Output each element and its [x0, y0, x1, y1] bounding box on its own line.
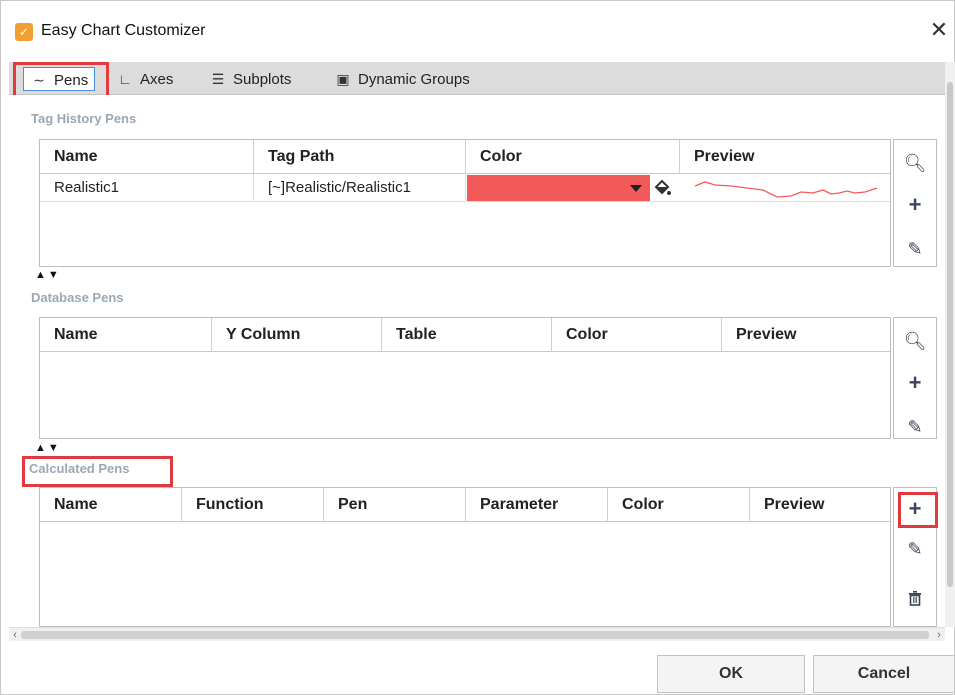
col-preview[interactable]: Preview: [722, 318, 890, 352]
cancel-button[interactable]: Cancel: [813, 655, 955, 693]
col-parameter[interactable]: Parameter: [466, 488, 608, 522]
close-button[interactable]: ✕: [927, 17, 951, 43]
search-icon[interactable]: 🔍︎: [894, 326, 936, 356]
add-icon[interactable]: +: [894, 494, 936, 524]
horizontal-scrollbar[interactable]: ‹ ›: [9, 627, 945, 641]
tab-dynamic-groups[interactable]: ▣ Dynamic Groups: [334, 67, 470, 91]
table-row[interactable]: Realistic1 [~]Realistic/Realistic1: [40, 174, 890, 202]
edit-icon[interactable]: ✎: [894, 412, 936, 442]
easy-chart-customizer-window: ✓ Easy Chart Customizer ✕ ∼ Pens ∟ Axes ☰ S…: [0, 0, 955, 695]
pens-panel: Tag History Pens Name Tag Path Color Pre…: [9, 95, 945, 627]
calculated-pens-toolbar: + ✎: [893, 487, 937, 627]
col-name[interactable]: Name: [40, 140, 254, 174]
calculated-pens-header: Name Function Pen Parameter Color Previe…: [40, 488, 890, 522]
add-icon[interactable]: +: [894, 190, 936, 220]
tab-subplots-label: Subplots: [233, 71, 292, 88]
database-pens-header: Name Y Column Table Color Preview: [40, 318, 890, 352]
col-pen[interactable]: Pen: [324, 488, 466, 522]
ok-button[interactable]: OK: [657, 655, 805, 693]
trend-line-icon: ∼: [33, 72, 45, 88]
trash-icon[interactable]: [894, 582, 936, 612]
edit-icon[interactable]: ✎: [894, 534, 936, 564]
horizontal-scroll-thumb[interactable]: [21, 631, 929, 639]
col-name[interactable]: Name: [40, 318, 212, 352]
scroll-left-icon[interactable]: ‹: [9, 628, 21, 642]
dynamic-groups-icon: ▣: [336, 71, 350, 87]
col-preview[interactable]: Preview: [680, 140, 890, 174]
calculated-pens-table: Name Function Pen Parameter Color Previe…: [39, 487, 891, 627]
col-y-column[interactable]: Y Column: [212, 318, 382, 352]
vertical-scrollbar[interactable]: [945, 62, 955, 627]
tab-axes[interactable]: ∟ Axes: [116, 67, 173, 91]
tag-path-cell[interactable]: [~]Realistic/Realistic1: [254, 174, 466, 202]
database-pens-label: Database Pens: [31, 290, 124, 305]
reorder-arrows-1[interactable]: ▲▼: [35, 269, 61, 281]
search-icon[interactable]: 🔍︎: [894, 148, 936, 178]
title-bar: ✓ Easy Chart Customizer ✕: [1, 1, 954, 61]
window-title: Easy Chart Customizer: [41, 22, 206, 39]
scroll-right-icon[interactable]: ›: [933, 628, 945, 642]
app-icon: ✓: [15, 23, 33, 41]
tag-history-header: Name Tag Path Color Preview: [40, 140, 890, 174]
subplots-icon: ☰: [211, 71, 225, 87]
pen-preview-sparkline: [681, 174, 889, 201]
tab-pens[interactable]: ∼ Pens: [23, 67, 96, 91]
tab-bar: ∼ Pens ∟ Axes ☰ Subplots ▣ Dynamic Groups: [9, 62, 945, 95]
database-pens-toolbar: 🔍︎ + ✎: [893, 317, 937, 439]
tab-subplots[interactable]: ☰ Subplots: [209, 67, 292, 91]
tab-dynamic-groups-label: Dynamic Groups: [358, 71, 470, 88]
col-table[interactable]: Table: [382, 318, 552, 352]
pen-name-cell[interactable]: Realistic1: [40, 174, 254, 202]
tab-pens-label: Pens: [54, 72, 89, 89]
tag-history-table: Name Tag Path Color Preview Realistic1 […: [39, 139, 891, 267]
pen-color-dropdown[interactable]: [467, 175, 650, 201]
axes-icon: ∟: [118, 71, 132, 87]
database-pens-table: Name Y Column Table Color Preview: [39, 317, 891, 439]
add-icon[interactable]: +: [894, 368, 936, 398]
edit-icon[interactable]: ✎: [894, 234, 936, 264]
col-color[interactable]: Color: [552, 318, 722, 352]
tab-axes-label: Axes: [140, 71, 174, 88]
paint-bucket-icon[interactable]: [652, 178, 676, 198]
tag-history-pens-label: Tag History Pens: [31, 111, 137, 126]
col-color[interactable]: Color: [608, 488, 750, 522]
tag-history-toolbar: 🔍︎ + ✎: [893, 139, 937, 267]
chevron-down-icon: [630, 185, 642, 192]
col-color[interactable]: Color: [466, 140, 680, 174]
col-preview[interactable]: Preview: [750, 488, 890, 522]
col-name[interactable]: Name: [40, 488, 182, 522]
reorder-arrows-2[interactable]: ▲▼: [35, 442, 61, 454]
col-tag-path[interactable]: Tag Path: [254, 140, 466, 174]
col-function[interactable]: Function: [182, 488, 324, 522]
calculated-pens-label: Calculated Pens: [29, 461, 130, 476]
vertical-scroll-thumb[interactable]: [947, 82, 953, 587]
